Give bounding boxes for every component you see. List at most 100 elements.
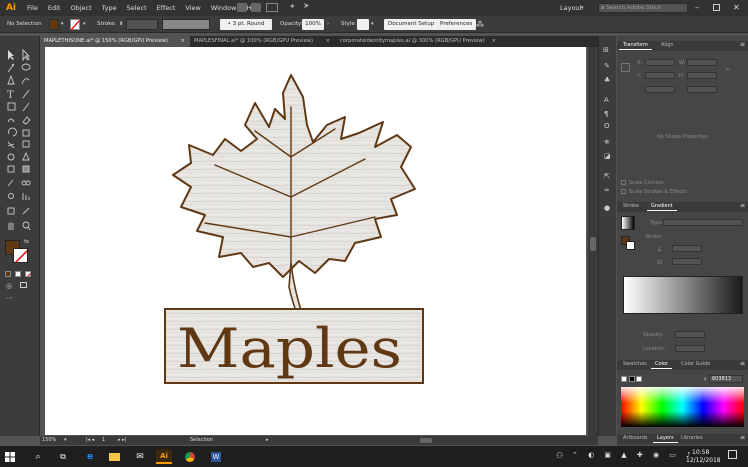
chevron-down-icon[interactable]: ▾ [371,19,374,30]
screen-mode-icon[interactable] [20,282,27,288]
color-mode-button[interactable] [5,271,11,277]
color-spectrum[interactable] [621,387,744,427]
gradient-thumbnail[interactable] [621,216,635,230]
maximize-button[interactable] [713,4,720,11]
tab-artboards[interactable]: Artboards [619,434,651,443]
task-view-icon[interactable]: ⧉ [55,449,71,464]
word-icon[interactable]: W [208,449,224,464]
gradient-mode-button[interactable] [15,271,21,277]
angle-input[interactable] [672,245,702,252]
chevron-down-icon[interactable]: ▾ [83,19,86,30]
chevron-right-icon[interactable]: › [327,19,329,30]
constrain-link-icon[interactable]: ∞ [725,66,730,73]
paragraph-icon[interactable]: ¶ [604,110,608,118]
menu-edit[interactable]: Edit [43,0,66,16]
panel-menu-icon[interactable]: ≡ [740,360,745,367]
draw-mode-icon[interactable]: ◎ [6,282,12,290]
arrange-icon[interactable]: ⁂ [476,19,484,30]
scroll-thumb[interactable] [590,237,596,251]
opentype-icon[interactable]: O [604,122,610,130]
gradient-type-select[interactable] [663,219,743,226]
tab-maplethisone[interactable]: MAPLETHISONE.ai* @ 150% (RGB/GPU Preview… [40,36,190,47]
clock-time[interactable]: 10:58 [692,449,709,456]
none-mode-button[interactable] [25,271,31,277]
appearance-circle-icon[interactable]: ● [604,204,610,212]
chevron-down-icon[interactable]: ▾ [61,19,64,30]
reference-point-icon[interactable] [621,63,630,72]
aspect-icon[interactable]: ⊟ [657,259,662,266]
illustrator-icon[interactable]: Ai [156,449,172,464]
search-stock-field[interactable]: ⌕ Search Adobe Stock [598,3,688,13]
opacity-input[interactable]: 100% [302,19,324,30]
close-tab-icon[interactable]: × [181,36,185,47]
panel-menu-icon[interactable]: ≡ [740,202,745,209]
clock-date[interactable]: 12/12/2018 [686,457,721,464]
windows-icon[interactable] [2,449,18,464]
h-input[interactable] [687,72,717,79]
brushes-icon[interactable]: ✎ [604,62,610,70]
scale-corners-option[interactable]: Scale Corners [621,180,663,186]
white-swatch[interactable] [636,376,642,382]
file-explorer-icon[interactable] [106,449,122,464]
vertical-scrollbar[interactable] [588,47,598,436]
tab-maplesfinal[interactable]: MAPLESFINAL.ai* @ 100% (RGB/GPU Preview)… [190,36,335,47]
menu-select[interactable]: Select [122,0,152,16]
w-input[interactable] [687,59,717,66]
menu-view[interactable]: View [180,0,205,16]
tab-color-guide[interactable]: Color Guide [677,360,714,369]
tab-stroke[interactable]: Stroke [619,202,643,211]
stroke-stepper-icon[interactable]: ⬍ [119,19,123,30]
links-icon[interactable]: ∞ [604,186,610,194]
stroke-weight-input[interactable] [126,19,158,30]
black-swatch[interactable] [629,376,635,382]
stock-icon[interactable] [251,3,261,12]
tab-swatches[interactable]: Swatches [619,360,651,369]
properties-icon[interactable]: ⊞ [603,46,609,54]
tab-libraries[interactable]: Libraries [677,434,707,443]
gradient-opacity-input[interactable] [675,331,705,338]
graphic-styles-icon[interactable]: ◪ [604,152,611,160]
maples-logo-artwork[interactable]: Maples [45,47,586,435]
appearance-icon[interactable]: ⎈ [604,138,610,147]
fill-swatch[interactable] [49,19,59,30]
close-tab-icon[interactable]: × [326,36,330,47]
symbols-icon[interactable]: ♣ [604,76,610,84]
stroke-color-box[interactable] [13,248,28,263]
chevron-right-icon[interactable]: ▸ [266,437,269,443]
tab-corporateidentity[interactable]: corporateidentitymaples.ai @ 300% (RGB/G… [336,36,501,47]
chevron-down-icon[interactable]: ▾ [64,437,67,443]
send-icon[interactable]: ➤ [303,1,310,10]
tab-transform[interactable]: Transform [619,41,652,50]
mail-icon[interactable]: ✉ [132,449,148,464]
stroke-mini[interactable] [626,241,635,250]
arrange-documents-icon[interactable] [266,3,278,12]
y-input[interactable] [645,72,675,79]
tab-align[interactable]: Align [657,41,678,50]
tab-gradient[interactable]: Gradient [647,202,677,211]
checkbox[interactable] [621,189,626,194]
zoom-level[interactable]: 150% [42,437,56,443]
close-window-button[interactable]: ✕ [733,0,740,16]
gradient-slider[interactable] [623,276,743,314]
menu-type[interactable]: Type [97,0,122,16]
minimize-button[interactable]: – [695,0,699,16]
edit-toolbar-icon[interactable]: ⋯ [6,294,13,302]
brush-definition[interactable]: • 3 pt. Round [220,19,272,30]
menu-file[interactable]: File [22,0,43,16]
artboard-nav-first-icon[interactable]: |◂ ◂ [86,437,94,443]
document-setup-button[interactable]: Document Setup [384,19,439,30]
preferences-button[interactable]: Preferences [436,19,477,30]
export-icon[interactable]: ⇱ [604,172,610,180]
aspect-input[interactable] [672,258,702,265]
rotate-input[interactable] [645,86,675,93]
system-tray-icons[interactable]: ⌃ ◐ ▣ ▲ ✚ ◉ ▭ ♪ [572,451,695,459]
graphic-style-swatch[interactable] [357,19,369,30]
scale-strokes-option[interactable]: Scale Strokes & Effects [621,189,687,195]
chrome-icon[interactable] [182,449,198,464]
artboard-nav-last-icon[interactable]: ▸ ▸| [118,437,126,443]
edge-icon[interactable]: e [82,449,98,464]
bridge-icon[interactable] [237,3,247,12]
shear-input[interactable] [687,86,717,93]
angle-icon[interactable]: ∠ [657,246,662,253]
hex-input[interactable]: 603813 [709,375,743,383]
